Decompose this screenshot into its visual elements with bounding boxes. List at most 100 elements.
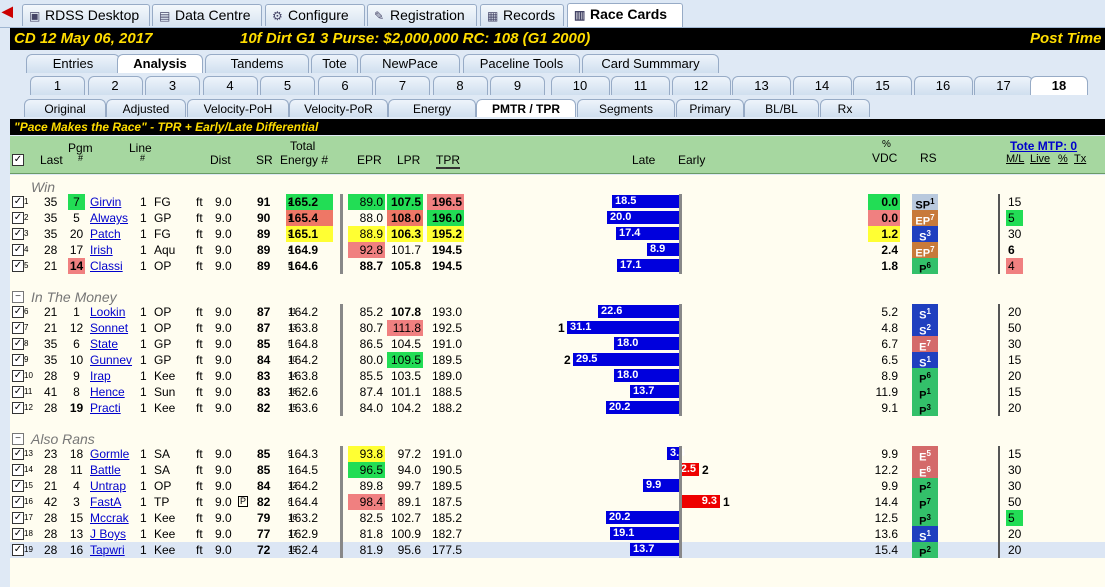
horse-checkbox[interactable]: ✓	[12, 196, 24, 208]
energy-value: 164.2	[288, 353, 319, 367]
horse-checkbox[interactable]: ✓	[12, 228, 24, 240]
tab-race-10[interactable]: 11	[611, 76, 670, 95]
horse-checkbox[interactable]: ✓	[12, 464, 24, 476]
epr-value: 80.7	[359, 321, 383, 335]
tab-analysis-6[interactable]: Card Summmary	[582, 54, 719, 73]
tpr-value: 185.2	[431, 511, 462, 525]
tab-race-7[interactable]: 8	[432, 76, 488, 95]
horse-name-link[interactable]: Untrap	[90, 478, 126, 494]
horse-checkbox[interactable]: ✓	[12, 354, 24, 366]
horse-checkbox[interactable]: ✓	[12, 322, 24, 334]
horse-checkbox[interactable]: ✓	[12, 448, 24, 460]
horse-name-link[interactable]: Battle	[90, 462, 121, 478]
horse-checkbox[interactable]: ✓	[12, 402, 24, 414]
horse-checkbox[interactable]: ✓	[12, 212, 24, 224]
tab-race-8[interactable]: 9	[490, 76, 545, 95]
collapse-icon[interactable]: −	[12, 433, 24, 445]
top-tab-data-centre[interactable]: ▤ Data Centre	[152, 4, 262, 26]
row-number: 17	[24, 513, 33, 522]
distance: 9.0	[215, 511, 232, 525]
horse-name-link[interactable]: Sonnet	[90, 320, 128, 336]
top-tab-registration[interactable]: ✎ Registration	[367, 4, 477, 26]
select-all-checkbox[interactable]: ✓	[12, 154, 24, 166]
horse-name-link[interactable]: Always	[90, 210, 128, 226]
last-days: 41	[44, 385, 58, 399]
horse-checkbox[interactable]: ✓	[12, 544, 24, 556]
tab-race-0[interactable]: 1	[30, 76, 85, 95]
tab-analysis-5[interactable]: Paceline Tools	[463, 54, 580, 73]
col-line-hash: #	[140, 153, 146, 163]
horse-name-link[interactable]: Practi	[90, 400, 121, 416]
horse-name-link[interactable]: State	[90, 336, 118, 352]
top-tab-rdss-desktop[interactable]: ▣ RDSS Desktop	[22, 4, 150, 26]
horse-checkbox[interactable]: ✓	[12, 306, 24, 318]
tab-race-13[interactable]: 14	[792, 76, 852, 95]
tote-mtp[interactable]: Tote MTP: 0	[1010, 139, 1077, 153]
horse-name-link[interactable]: Tapwri	[90, 542, 125, 558]
horse-checkbox[interactable]: ✓	[12, 496, 24, 508]
horse-checkbox[interactable]: ✓	[12, 386, 24, 398]
tab-race-15[interactable]: 16	[913, 76, 973, 95]
tab-report-8[interactable]: BL/BL	[744, 99, 819, 117]
tab-report-7[interactable]: Primary	[676, 99, 744, 117]
tab-report-5[interactable]: PMTR / TPR	[476, 99, 576, 117]
horse-name-link[interactable]: Irap	[90, 368, 111, 384]
tab-analysis-1[interactable]: Analysis	[117, 54, 203, 73]
epr-value: 80.0	[359, 353, 383, 367]
tab-race-14[interactable]: 15	[853, 76, 912, 95]
tab-report-0[interactable]: Original	[24, 99, 106, 117]
tab-analysis-0[interactable]: Entries	[26, 54, 120, 73]
tab-report-3[interactable]: Velocity-PoR	[289, 99, 388, 117]
top-tab-records[interactable]: ▦ Records	[480, 4, 564, 26]
top-tab-configure[interactable]: ⚙ Configure	[265, 4, 365, 26]
tab-race-16[interactable]: 17	[974, 76, 1033, 95]
tab-analysis-2[interactable]: Tandems	[205, 54, 309, 73]
tab-race-3[interactable]: 4	[202, 76, 258, 95]
horse-name-link[interactable]: Lookin	[90, 304, 125, 320]
tab-race-4[interactable]: 5	[260, 76, 315, 95]
tab-analysis-3[interactable]: Tote	[311, 54, 358, 73]
horse-name-link[interactable]: Patch	[90, 226, 121, 242]
back-arrow-icon[interactable]: ◀	[2, 3, 20, 23]
total-energy: 164.3 9	[286, 446, 333, 462]
tab-race-11[interactable]: 12	[671, 76, 731, 95]
horse-checkbox[interactable]: ✓	[12, 244, 24, 256]
horse-name-link[interactable]: Gunnev	[90, 352, 132, 368]
column-header: ✓ Last Pgm # Line # Dist SR Total Energy…	[10, 136, 1105, 174]
horse-name-link[interactable]: Classi	[90, 258, 123, 274]
tab-race-6[interactable]: 7	[375, 76, 430, 95]
horse-checkbox[interactable]: ✓	[12, 370, 24, 382]
horse-checkbox[interactable]: ✓	[12, 528, 24, 540]
horse-checkbox[interactable]: ✓	[12, 512, 24, 524]
horse-checkbox[interactable]: ✓	[12, 480, 24, 492]
tab-race-2[interactable]: 3	[145, 76, 200, 95]
horse-name-link[interactable]: Gormle	[90, 446, 129, 462]
horse-checkbox[interactable]: ✓	[12, 260, 24, 272]
horse-checkbox[interactable]: ✓	[12, 338, 24, 350]
tab-race-12[interactable]: 13	[732, 76, 791, 95]
tab-report-1[interactable]: Adjusted	[106, 99, 186, 117]
horse-name-link[interactable]: Hence	[90, 384, 125, 400]
horse-name-link[interactable]: J Boys	[90, 526, 126, 542]
horse-name-link[interactable]: Mccrak	[90, 510, 129, 526]
col-lpr: LPR	[397, 153, 421, 167]
horse-name-link[interactable]: FastA	[90, 494, 121, 510]
tab-report-9[interactable]: Rx	[820, 99, 870, 117]
tab-report-2[interactable]: Velocity-PoH	[187, 99, 289, 117]
top-tab-race-cards[interactable]: ▥ Race Cards	[567, 3, 683, 27]
tab-race-1[interactable]: 2	[87, 76, 143, 95]
morning-line-odds: 20	[1008, 543, 1022, 557]
tab-race-5[interactable]: 6	[317, 76, 373, 95]
tab-race-9[interactable]: 10	[550, 76, 610, 95]
line-number: 1	[140, 337, 147, 351]
tpr-value: 194.5	[431, 243, 462, 257]
tab-report-6[interactable]: Segments	[577, 99, 675, 117]
tab-analysis-4[interactable]: NewPace	[360, 54, 460, 73]
horse-name-link[interactable]: Irish	[90, 242, 113, 258]
tab-report-4[interactable]: Energy	[388, 99, 476, 117]
collapse-icon[interactable]: −	[12, 291, 24, 303]
vdc-value: 6.7	[881, 337, 898, 351]
tab-race-17[interactable]: 18	[1030, 76, 1088, 95]
col-tpr[interactable]: TPR	[436, 153, 460, 169]
horse-name-link[interactable]: Girvin	[90, 194, 121, 210]
